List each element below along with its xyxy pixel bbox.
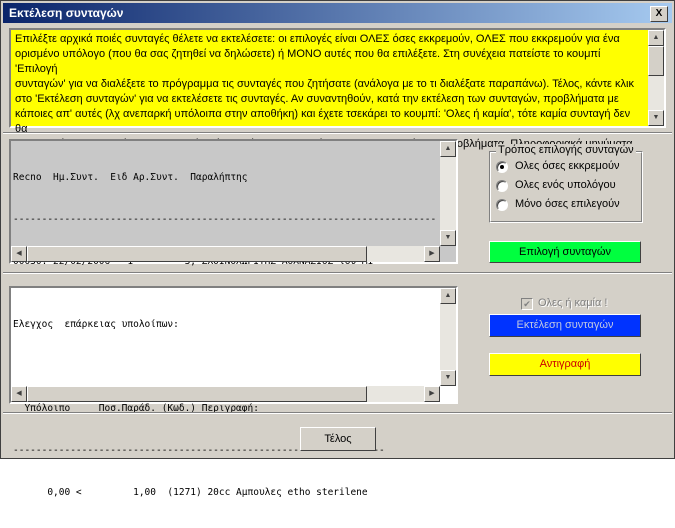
message-line: 0,00 < 1,00 (1271) 20cc Αμπουλες etho st… bbox=[13, 487, 368, 498]
execute-prescriptions-button[interactable]: Εκτέλεση συνταγών bbox=[489, 314, 641, 337]
radio-circle[interactable] bbox=[496, 180, 508, 192]
radio-label: Ολες όσες εκκρεμούν bbox=[515, 160, 620, 172]
scroll-right-icon[interactable]: ▶ bbox=[424, 386, 440, 402]
selection-mode-group: Τρόπος επιλογής συνταγών Ολες όσες εκκρε… bbox=[489, 144, 643, 223]
copy-button[interactable]: Αντιγραφή bbox=[489, 353, 641, 376]
radio-all-pending[interactable]: Ολες όσες εκκρεμούν bbox=[496, 159, 640, 175]
button-label: Αντιγραφή bbox=[539, 358, 591, 370]
scroll-up-icon[interactable]: ▲ bbox=[648, 30, 664, 46]
instructions-line: συνταγών' για να διαλέξετε το πρόγραμμα … bbox=[15, 78, 634, 90]
prescriptions-list[interactable]: Recno Ημ.Συντ. Ειδ Αρ.Συντ. Παραλήπτης -… bbox=[9, 139, 458, 267]
scroll-down-icon[interactable]: ▼ bbox=[440, 370, 456, 386]
instructions-textbox[interactable]: Επιλέξτε αρχικά ποιές συνταγές θέλετε να… bbox=[9, 28, 666, 165]
radio-only-selected[interactable]: Μόνο όσες επιλεγούν bbox=[496, 197, 640, 213]
prescriptions-vscrollbar[interactable]: ▲ ▼ bbox=[440, 141, 456, 246]
divider bbox=[3, 412, 672, 414]
scroll-left-icon[interactable]: ◀ bbox=[11, 386, 27, 402]
selection-mode-legend: Τρόπος επιλογής συνταγών bbox=[496, 144, 636, 156]
scroll-down-icon[interactable]: ▼ bbox=[440, 230, 456, 246]
radio-circle[interactable] bbox=[496, 161, 508, 173]
list-header: Recno Ημ.Συντ. Ειδ Αρ.Συντ. Παραλήπτης bbox=[13, 172, 248, 183]
message-line bbox=[13, 360, 440, 374]
messages-list[interactable]: Ελεγχος επάρκειας υπολοίπων: Υπόλοιπο Πο… bbox=[9, 286, 458, 498]
divider bbox=[3, 272, 672, 274]
instructions-scrollbar[interactable]: ▲ ▼ bbox=[648, 30, 664, 126]
prescriptions-hscrollbar[interactable]: ◀ ▶ bbox=[11, 246, 440, 262]
instructions-line: ορισμένο υπόλογο (που θα σας ζητηθεί να … bbox=[15, 48, 601, 75]
radio-one-accountable[interactable]: Ολες ενός υπολόγου bbox=[496, 178, 640, 194]
list-separator: ----------------------------------------… bbox=[13, 214, 437, 225]
radio-label: Μόνο όσες επιλεγούν bbox=[515, 198, 620, 210]
window-title: Εκτέλεση συνταγών bbox=[9, 6, 124, 20]
instructions-line: στο 'Εκτέλεση συνταγών' για να εκτελέσετ… bbox=[15, 93, 619, 105]
checkmark-icon[interactable]: ✔ bbox=[521, 298, 533, 310]
close-button[interactable]: X bbox=[650, 6, 668, 22]
scroll-thumb[interactable] bbox=[648, 46, 664, 76]
button-label: Εκτέλεση συνταγών bbox=[516, 319, 614, 331]
button-label: Επιλογή συνταγών bbox=[519, 246, 611, 258]
button-label: Τέλος bbox=[324, 433, 352, 445]
dialog-window: Εκτέλεση συνταγών X Επιλέξτε αρχικά ποιέ… bbox=[0, 0, 675, 498]
select-prescriptions-button[interactable]: Επιλογή συνταγών bbox=[489, 241, 641, 263]
divider bbox=[3, 132, 672, 134]
scroll-up-icon[interactable]: ▲ bbox=[440, 141, 456, 157]
instructions-line: Επιλέξτε αρχικά ποιές συνταγές θέλετε να… bbox=[15, 33, 620, 45]
scroll-right-icon[interactable]: ▶ bbox=[424, 246, 440, 262]
end-button[interactable]: Τέλος bbox=[300, 427, 376, 451]
scroll-thumb[interactable] bbox=[27, 246, 367, 262]
message-line: Ελεγχος επάρκειας υπολοίπων: bbox=[13, 319, 179, 330]
checkbox-label: Ολες ή καμία ! bbox=[538, 297, 608, 309]
scroll-left-icon[interactable]: ◀ bbox=[11, 246, 27, 262]
messages-vscrollbar[interactable]: ▲ ▼ bbox=[440, 288, 456, 386]
scroll-down-icon[interactable]: ▼ bbox=[648, 110, 664, 126]
radio-dot bbox=[500, 165, 504, 169]
all-or-none-checkbox[interactable]: ✔ Ολες ή καμία ! bbox=[521, 296, 651, 312]
scroll-up-icon[interactable]: ▲ bbox=[440, 288, 456, 304]
title-bar[interactable]: Εκτέλεση συνταγών X bbox=[3, 3, 672, 23]
scroll-thumb[interactable] bbox=[27, 386, 367, 402]
radio-label: Ολες ενός υπολόγου bbox=[515, 179, 616, 191]
messages-hscrollbar[interactable]: ◀ ▶ bbox=[11, 386, 440, 402]
messages-content: Ελεγχος επάρκειας υπολοίπων: Υπόλοιπο Πο… bbox=[13, 290, 440, 528]
radio-circle[interactable] bbox=[496, 199, 508, 211]
